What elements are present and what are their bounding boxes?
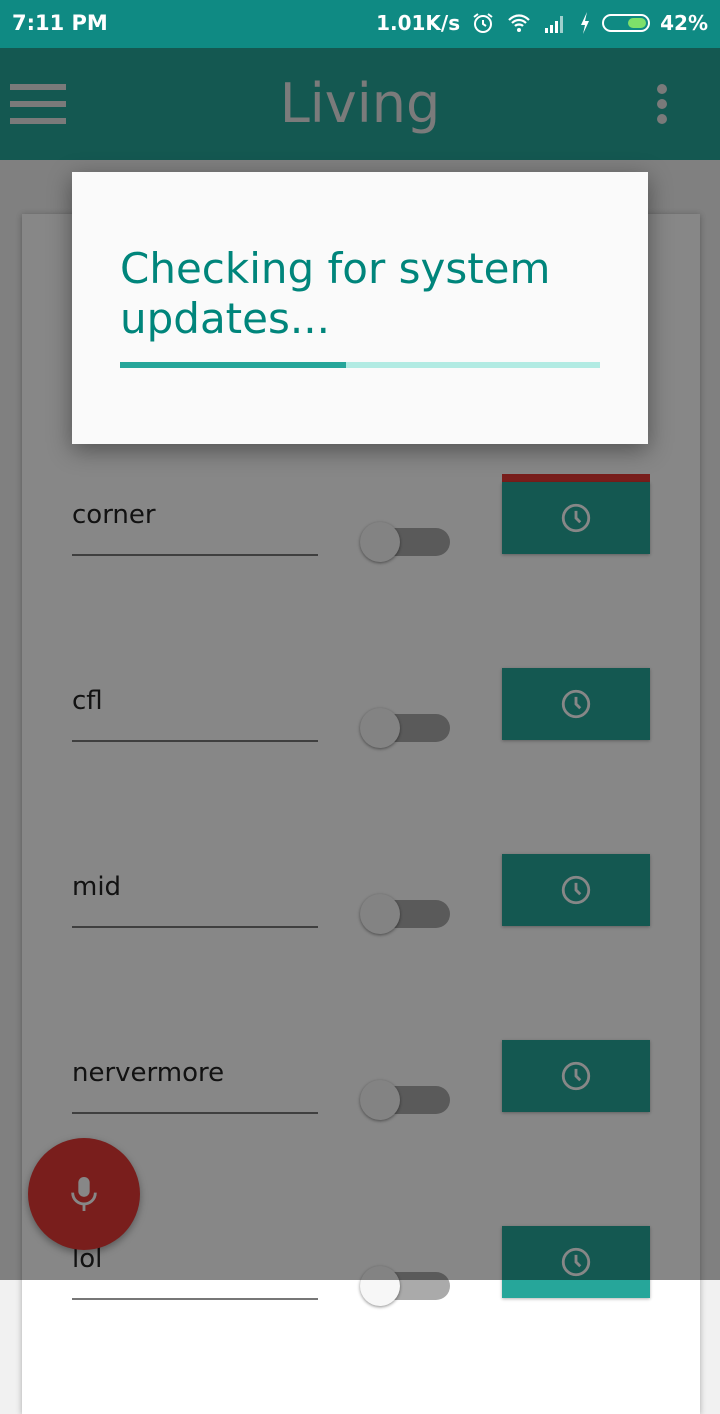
progress-fill bbox=[120, 362, 346, 368]
wifi-icon bbox=[508, 14, 530, 32]
signal-icon bbox=[545, 16, 564, 33]
status-bar: 7:11 PM 1.01K/s 42% bbox=[0, 0, 720, 48]
battery-icon bbox=[602, 14, 651, 32]
network-speed: 1.01K/s bbox=[376, 11, 461, 35]
status-icons: 1.01K/s 42% bbox=[366, 11, 708, 35]
alarm-icon bbox=[473, 13, 493, 33]
dialog-message: Checking for system updates... bbox=[120, 244, 551, 343]
battery-percent: 42% bbox=[660, 11, 708, 35]
status-time: 7:11 PM bbox=[12, 11, 108, 35]
charging-icon bbox=[581, 12, 590, 34]
update-dialog: Checking for system updates... bbox=[72, 172, 648, 444]
progress-bar bbox=[120, 362, 600, 368]
